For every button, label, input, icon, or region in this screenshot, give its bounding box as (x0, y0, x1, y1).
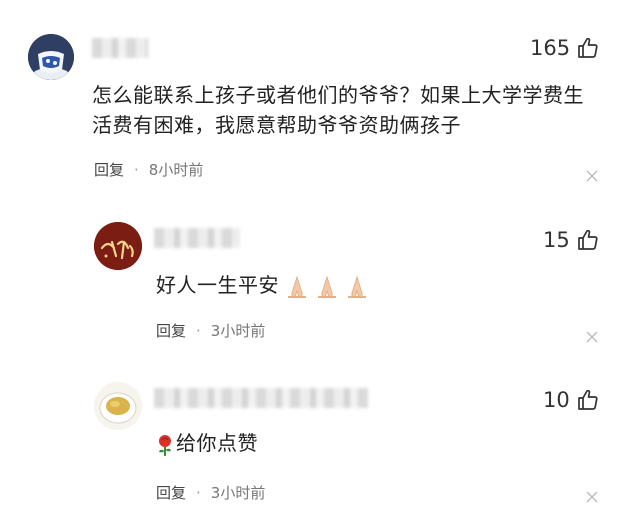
like-count: 10 (543, 388, 570, 412)
comment-text: 给你点赞 (156, 428, 258, 458)
tea-cup-icon (94, 382, 142, 430)
like-count: 165 (530, 36, 571, 60)
porcelain-vase-icon (28, 34, 74, 80)
timestamp: 3小时前 (210, 322, 266, 340)
pray-hands-emoji (283, 275, 371, 299)
close-icon[interactable] (586, 488, 598, 503)
like-button[interactable]: 165 (530, 36, 600, 60)
timestamp: 3小时前 (210, 484, 266, 502)
reply-button[interactable]: 回复 (156, 320, 186, 341)
comment-meta: 回复 · 3小时前 (156, 320, 265, 341)
like-button[interactable]: 10 (543, 388, 600, 412)
reply-button[interactable]: 回复 (156, 482, 186, 503)
username-blurred[interactable] (154, 388, 368, 408)
timestamp: 8小时前 (148, 161, 204, 179)
comment-meta: 回复 · 3小时前 (156, 482, 265, 503)
username-blurred[interactable] (154, 228, 240, 248)
comment-text-body: 好人一生平安 (156, 273, 279, 297)
calligraphy-icon (94, 222, 142, 270)
comment-text: 怎么能联系上孩子或者他们的爷爷？如果上大学学费生活费有困难，我愿意帮助爷爷资助俩… (92, 83, 584, 137)
thumbs-up-icon (577, 229, 598, 250)
comment-item: 165 怎么能联系上孩子或者他们的爷爷？如果上大学学费生活费有困难，我愿意帮助爷… (0, 0, 640, 200)
user-avatar[interactable] (28, 34, 74, 80)
comment-meta: 回复 · 8小时前 (94, 159, 203, 180)
user-avatar[interactable] (94, 222, 142, 270)
separator-dot: · (196, 321, 201, 340)
reply-item: 15 好人一生平安 回复 · 3小时前 (0, 200, 640, 360)
close-icon[interactable] (586, 328, 598, 343)
like-button[interactable]: 15 (543, 228, 600, 252)
close-icon[interactable] (586, 167, 598, 182)
separator-dot: · (196, 483, 201, 502)
rose-emoji (156, 433, 174, 457)
reply-item: 10 给你点赞 回复 · 3小时前 (0, 360, 640, 508)
comment-text: 好人一生平安 (156, 270, 371, 300)
comment-text-body: 给你点赞 (176, 431, 258, 455)
separator-dot: · (134, 160, 139, 179)
reply-button[interactable]: 回复 (94, 159, 124, 180)
thumbs-up-icon (577, 389, 598, 410)
like-count: 15 (543, 228, 570, 252)
username-blurred[interactable] (92, 38, 148, 58)
thumbs-up-icon (578, 37, 598, 58)
user-avatar[interactable] (94, 382, 142, 430)
